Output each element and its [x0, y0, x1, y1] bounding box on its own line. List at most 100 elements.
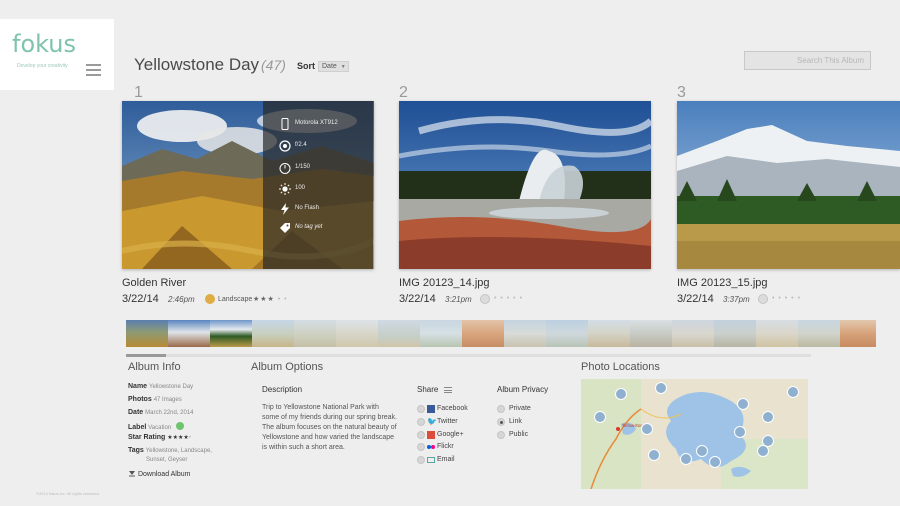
album-tags-continued: Sunset, Geyser [146, 457, 188, 463]
map-pin-icon[interactable] [709, 456, 721, 468]
album-photo-count: (47) [261, 57, 286, 73]
twitter-icon: 🐦 [427, 417, 437, 426]
photo-date: 3/22/14 [677, 293, 714, 305]
star-rating[interactable]: ★★★★• [167, 435, 191, 441]
privacy-heading: Album Privacy [497, 385, 549, 394]
app-tagline: Develop your creativity [17, 63, 68, 69]
album-search-input[interactable]: Search This Album [744, 51, 871, 70]
share-flickr[interactable]: Flickr [437, 443, 454, 450]
hamburger-menu-icon[interactable] [86, 64, 101, 76]
map-pin-icon[interactable] [757, 445, 769, 457]
map-pin-icon[interactable] [594, 411, 606, 423]
star-rating[interactable]: ★★★ • • [253, 295, 288, 303]
star-rating[interactable]: • • • • • [494, 295, 523, 302]
filmstrip-thumbnail[interactable] [210, 320, 252, 347]
sun-icon [279, 183, 291, 195]
star-rating[interactable]: • • • • • [772, 295, 801, 302]
photo-geyser[interactable] [399, 101, 651, 269]
album-date-row: Date March 22nd, 2014 [128, 409, 194, 416]
map-pin-icon[interactable] [737, 398, 749, 410]
share-checkbox[interactable] [417, 405, 425, 413]
filmstrip-thumbnail[interactable] [420, 320, 462, 347]
share-facebook[interactable]: Facebook [437, 405, 468, 412]
filmstrip-scrollbar[interactable] [126, 354, 811, 357]
share-google-plus[interactable]: Google+ [437, 431, 464, 438]
filmstrip-thumbnail[interactable] [378, 320, 420, 347]
share-twitter[interactable]: Twitter [437, 418, 458, 425]
map-pin-icon[interactable] [680, 453, 692, 465]
photo-locations-map[interactable]: Yellowstone [581, 379, 808, 489]
share-heading: Share [417, 385, 439, 394]
privacy-radio-private[interactable] [497, 405, 505, 413]
map-pin-icon[interactable] [787, 386, 799, 398]
photo-index: 2 [399, 84, 408, 101]
photo-time: 3:37pm [723, 295, 750, 304]
label-color-dot[interactable] [205, 294, 215, 304]
timer-icon [279, 163, 291, 174]
facebook-icon [427, 405, 435, 413]
map-pin-icon[interactable] [648, 449, 660, 461]
filmstrip-thumbnail[interactable] [168, 320, 210, 347]
tag-icon [280, 223, 290, 233]
share-checkbox[interactable] [417, 443, 425, 451]
metadata-aperture: f/2.4 [279, 140, 369, 154]
photo-date: 3/22/14 [399, 293, 436, 305]
label-color-dot[interactable] [758, 294, 768, 304]
filmstrip-thumbnail[interactable] [294, 320, 336, 347]
map-pin-icon[interactable] [734, 426, 746, 438]
label-color-dot[interactable] [480, 294, 490, 304]
photo-name[interactable]: IMG 20123_14.jpg [399, 277, 490, 289]
share-email[interactable]: Email [437, 456, 455, 463]
filmstrip-thumbnail[interactable] [252, 320, 294, 347]
filmstrip-thumbnail[interactable] [504, 320, 546, 347]
metadata-camera: Motorola XT912 [279, 118, 369, 132]
photo-index: 1 [134, 84, 143, 101]
download-album-button[interactable]: Download Album [128, 469, 190, 478]
filmstrip-thumbnail[interactable] [672, 320, 714, 347]
google-plus-icon [427, 431, 435, 439]
filmstrip-thumbnail[interactable] [546, 320, 588, 347]
label-color-dot[interactable] [176, 422, 185, 430]
share-checkbox[interactable] [417, 418, 425, 426]
filmstrip-thumbnail[interactable] [798, 320, 840, 347]
photo-time: 3:21pm [445, 295, 472, 304]
map-pin-icon[interactable] [615, 388, 627, 400]
filmstrip-thumbnail[interactable] [756, 320, 798, 347]
map-pin-icon[interactable] [696, 445, 708, 457]
photo-name[interactable]: IMG 20123_15.jpg [677, 277, 768, 289]
map-pin-icon[interactable] [762, 411, 774, 423]
description-heading: Description [262, 385, 303, 394]
sort-dropdown[interactable]: Date ▼ [318, 61, 349, 72]
share-checkbox[interactable] [417, 431, 425, 439]
filmstrip-thumbnail[interactable] [336, 320, 378, 347]
filmstrip-scroll-thumb[interactable] [126, 354, 166, 357]
map-pin-icon[interactable] [655, 382, 667, 394]
metadata-iso: 100 [279, 183, 369, 197]
privacy-link-label[interactable]: Link [509, 418, 522, 425]
privacy-public-label[interactable]: Public [509, 431, 528, 438]
metadata-tags[interactable]: No tag yet [279, 222, 369, 236]
filmstrip-thumbnail[interactable] [714, 320, 756, 347]
filmstrip-thumbnail[interactable] [126, 320, 169, 347]
map-pin-icon[interactable] [641, 423, 653, 435]
album-description[interactable]: Trip to Yellowstone National Park with s… [262, 403, 397, 453]
share-checkbox[interactable] [417, 456, 425, 464]
photo-name[interactable]: Golden River [122, 277, 186, 289]
filmstrip-thumbnail[interactable] [462, 320, 504, 347]
privacy-radio-public[interactable] [497, 431, 505, 439]
metadata-flash: No Flash [279, 203, 369, 217]
filmstrip-thumbnail[interactable] [630, 320, 672, 347]
photo-filmstrip[interactable] [126, 320, 876, 347]
filmstrip-thumbnail[interactable] [840, 320, 876, 347]
flash-icon [281, 203, 289, 215]
album-label-row: Label Vacation [128, 422, 185, 431]
photo-label: Landscape [218, 296, 253, 303]
privacy-private-label[interactable]: Private [509, 405, 531, 412]
photo-mountain[interactable] [677, 101, 900, 269]
list-icon[interactable] [444, 387, 452, 393]
photo-metadata-overlay: Motorola XT912 f/2.4 1/150 100 No Flash … [263, 101, 373, 269]
filmstrip-thumbnail[interactable] [588, 320, 630, 347]
privacy-radio-link[interactable] [497, 418, 505, 426]
photo-locations-heading: Photo Locations [581, 361, 660, 373]
app-logo[interactable]: fokus [12, 30, 76, 58]
